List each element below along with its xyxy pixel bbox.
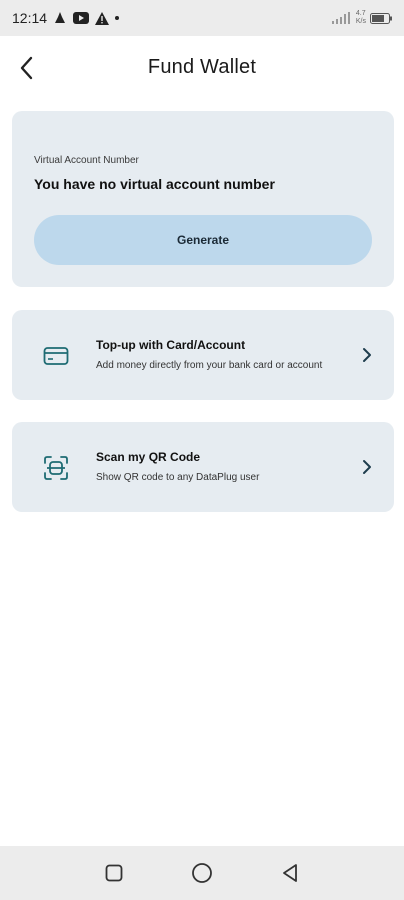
status-bar: 12:14 4.7 K/s [0,0,404,36]
topup-card-option[interactable]: Top-up with Card/Account Add money direc… [12,310,394,400]
notification-app-icon [55,12,66,23]
app-header: Fund Wallet [0,36,404,100]
recent-apps-button[interactable] [100,859,128,887]
more-notifications-icon [115,16,120,20]
battery-icon [370,12,392,24]
generate-button[interactable]: Generate [34,215,372,265]
qr-scan-icon [42,454,70,482]
option-title: Top-up with Card/Account [96,338,246,352]
status-time: 12:14 [12,10,48,26]
triangle-back-icon [283,864,297,882]
circle-icon [192,863,212,883]
warning-icon [95,11,110,25]
network-speed-value: 4.7 [355,10,366,17]
youtube-icon [73,12,90,24]
option-subtitle: Show QR code to any DataPlug user [96,472,260,483]
option-subtitle: Add money directly from your bank card o… [96,360,323,371]
network-speed: 4.7 K/s [356,10,366,26]
option-title: Scan my QR Code [96,450,201,464]
virtual-account-card: Virtual Account Number You have no virtu… [12,111,394,287]
virtual-account-value: You have no virtual account number [34,176,275,192]
scan-qr-option[interactable]: Scan my QR Code Show QR code to any Data… [12,422,394,512]
chevron-right-icon [360,346,374,364]
virtual-account-label: Virtual Account Number [34,155,139,166]
square-icon [105,864,123,882]
signal-icon [331,12,350,24]
home-button[interactable] [188,859,216,887]
page-title: Fund Wallet [147,56,257,78]
chevron-right-icon [360,458,374,476]
system-nav-bar [0,846,404,900]
network-speed-unit: K/s [355,18,366,25]
card-icon [42,342,70,370]
system-back-button[interactable] [276,859,304,887]
